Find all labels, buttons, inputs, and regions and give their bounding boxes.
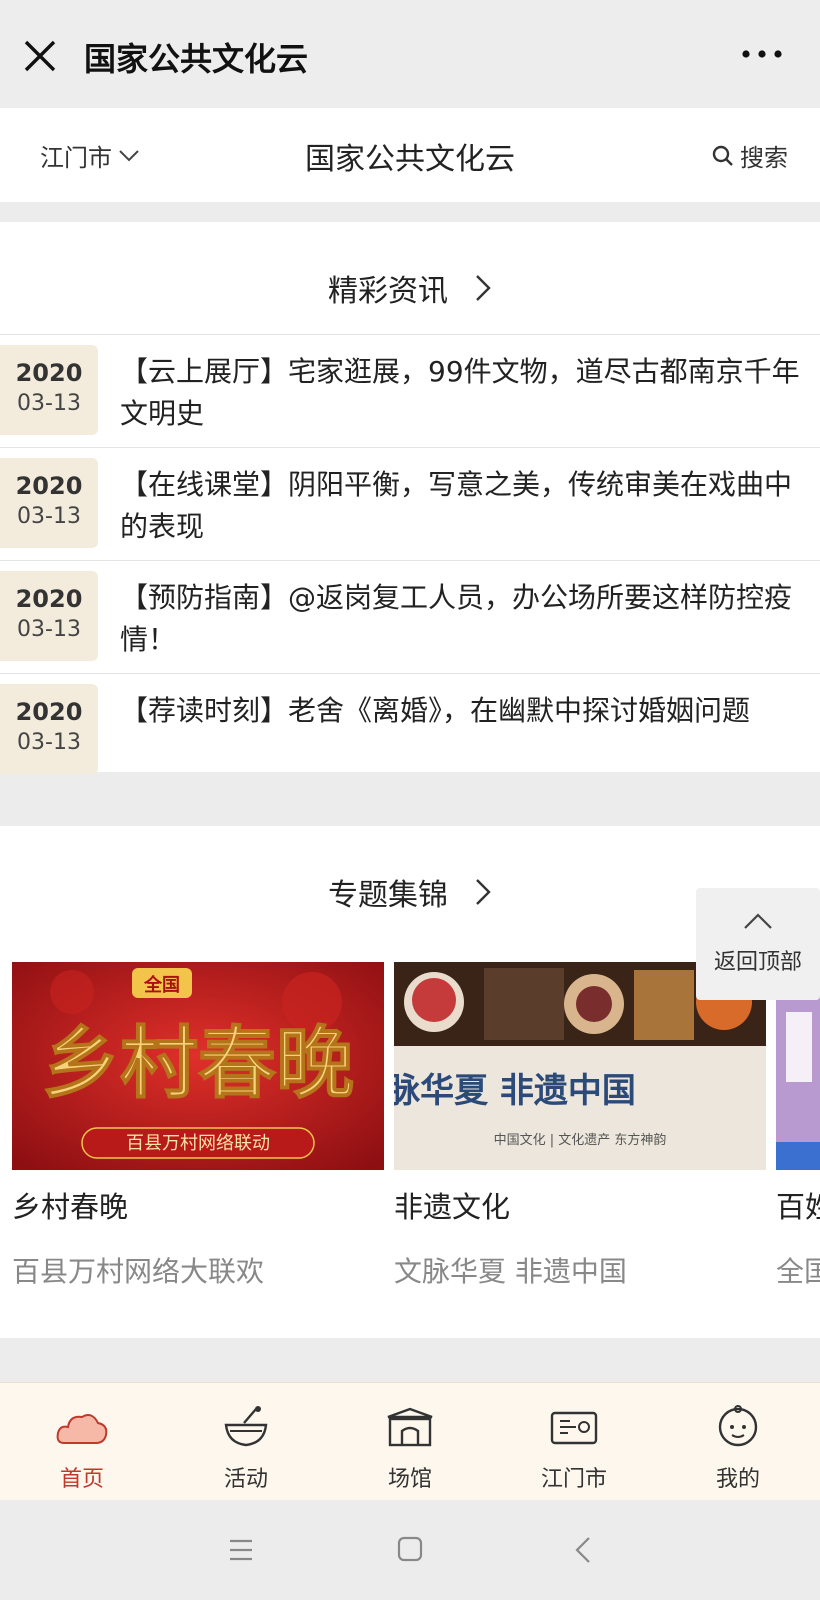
page-title: 国家公共文化云 xyxy=(305,142,515,177)
tab-profile[interactable]: 我的 xyxy=(656,1383,820,1501)
map-scroll-icon xyxy=(550,1411,598,1445)
news-headline: 【预防指南】@返岗复工人员，办公场所要这样防控疫情！ xyxy=(120,581,793,656)
news-item[interactable]: 2020 03-13 【荐读时刻】老舍《离婚》，在幽默中探讨婚姻问题 xyxy=(0,673,820,786)
date-badge: 2020 03-13 xyxy=(0,345,98,435)
topic-carousel[interactable]: 全国 乡村春晚 百县万村网络联动 乡村春晚 百县万村网络大联欢 脉华夏 非遗中国… xyxy=(12,962,820,1322)
tab-city[interactable]: 江门市 xyxy=(492,1383,656,1501)
svg-text:中国文化 | 文化遗产 东方神韵: 中国文化 | 文化遗产 东方神韵 xyxy=(494,1132,667,1148)
topic-card[interactable]: 文脉华夏 非遗中国 中国文化 | 文化遗产 东方神韵 非遗文化 文脉华夏 非遗中… xyxy=(394,962,766,1290)
date-badge: 2020 03-13 xyxy=(0,458,98,548)
venue-icon xyxy=(387,1407,433,1447)
window-title: 国家公共文化云 xyxy=(84,40,309,78)
topic-card-title: 百姓 xyxy=(776,1190,820,1224)
topic-card-title: 乡村春晚 xyxy=(12,1190,129,1224)
date-year: 2020 xyxy=(15,359,83,387)
back-to-top-button[interactable]: 返回顶部 xyxy=(696,888,820,1000)
news-item[interactable]: 2020 03-13 【在线课堂】阴阳平衡，写意之美，传统审美在戏曲中的表现 xyxy=(0,447,820,560)
news-headline: 【荐读时刻】老舍《离婚》，在幽默中探讨婚姻问题 xyxy=(120,694,751,727)
topic-card[interactable]: 全国 乡村春晚 百县万村网络联动 乡村春晚 百县万村网络大联欢 xyxy=(12,962,384,1290)
bowl-icon xyxy=(224,1406,268,1447)
topics-section-title: 专题集锦 xyxy=(328,878,448,913)
chevron-right-icon xyxy=(476,879,491,905)
menu-icon[interactable] xyxy=(228,1538,254,1562)
tab-label: 首页 xyxy=(59,1467,104,1492)
tab-activity[interactable]: 活动 xyxy=(164,1383,328,1501)
date-month-day: 03-13 xyxy=(17,391,81,416)
news-section-title: 精彩资讯 xyxy=(328,274,448,309)
chevron-up-icon xyxy=(744,913,772,929)
news-headline: 【云上展厅】宅家逛展，99件文物，道尽古都南京千年文明史 xyxy=(120,355,800,430)
home-icon[interactable] xyxy=(397,1536,423,1562)
date-month-day: 03-13 xyxy=(17,504,81,529)
tab-home[interactable]: 首页 xyxy=(0,1383,164,1501)
news-section-header[interactable]: 精彩资讯 xyxy=(0,266,820,310)
tab-label: 场馆 xyxy=(387,1467,432,1492)
tab-venue[interactable]: 场馆 xyxy=(328,1383,492,1501)
news-item[interactable]: 2020 03-13 【预防指南】@返岗复工人员，办公场所要这样防控疫情！ xyxy=(0,560,820,673)
village-gala-banner: 全国 乡村春晚 百县万村网络联动 xyxy=(12,962,384,1170)
close-icon[interactable] xyxy=(22,38,58,74)
search-button[interactable]: 搜索 xyxy=(712,138,788,173)
cloud-icon xyxy=(56,1414,108,1444)
date-badge: 2020 03-13 xyxy=(0,571,98,661)
date-month-day: 03-13 xyxy=(17,617,81,642)
back-icon[interactable] xyxy=(574,1536,592,1564)
topic-card-subtitle: 全国 xyxy=(776,1255,820,1288)
news-headline: 【在线课堂】阴阳平衡，写意之美，传统审美在戏曲中的表现 xyxy=(120,468,793,543)
tab-label: 江门市 xyxy=(540,1467,607,1492)
back-to-top-label: 返回顶部 xyxy=(713,950,802,975)
more-options-icon[interactable] xyxy=(740,42,784,66)
date-month-day: 03-13 xyxy=(17,730,81,755)
svg-text:百县万村网络联动: 百县万村网络联动 xyxy=(126,1133,270,1154)
topic-card-subtitle: 文脉华夏 非遗中国 xyxy=(394,1255,627,1288)
topic-card-subtitle: 百县万村网络大联欢 xyxy=(12,1255,265,1288)
tab-label: 活动 xyxy=(223,1467,268,1492)
topic-card-title: 非遗文化 xyxy=(394,1190,511,1224)
svg-text:文脉华夏 非遗中国: 文脉华夏 非遗中国 xyxy=(394,1071,636,1111)
search-icon xyxy=(712,145,733,166)
topic-card[interactable]: 百姓 全国 xyxy=(776,962,820,1290)
date-year: 2020 xyxy=(15,472,83,500)
date-year: 2020 xyxy=(15,585,83,613)
wechat-titlebar: 国家公共文化云 xyxy=(0,0,820,108)
bottom-tab-bar: 首页 活动 场馆 江门市 我的 xyxy=(0,1382,820,1500)
profile-icon xyxy=(718,1405,758,1447)
news-section: 精彩资讯 2020 03-13 【云上展厅】宅家逛展，99件文物，道尽古都南京千… xyxy=(0,222,820,774)
date-year: 2020 xyxy=(15,698,83,726)
svg-text:乡村春晚: 乡村春晚 xyxy=(42,1018,354,1109)
chevron-right-icon xyxy=(476,275,491,301)
date-badge: 2020 03-13 xyxy=(0,684,98,774)
page-header: 江门市 国家公共文化云 搜索 xyxy=(0,108,820,202)
news-list: 2020 03-13 【云上展厅】宅家逛展，99件文物，道尽古都南京千年文明史 … xyxy=(0,334,820,786)
search-label: 搜索 xyxy=(740,144,788,172)
svg-text:全国: 全国 xyxy=(143,974,180,996)
tab-label: 我的 xyxy=(715,1467,760,1492)
news-item[interactable]: 2020 03-13 【云上展厅】宅家逛展，99件文物，道尽古都南京千年文明史 xyxy=(0,334,820,447)
system-nav-bar xyxy=(0,1500,820,1600)
topic-card-image: 全国 乡村春晚 百县万村网络联动 xyxy=(12,962,384,1170)
